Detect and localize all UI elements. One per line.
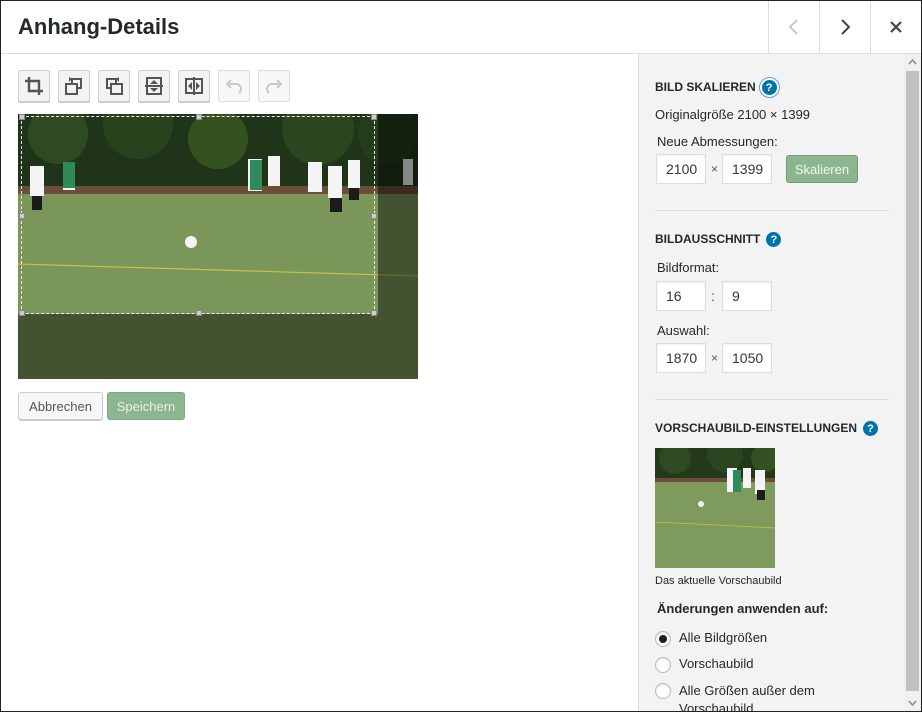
crop-selection[interactable] <box>19 114 377 316</box>
chevron-right-icon <box>841 19 851 35</box>
image-preview[interactable] <box>18 114 418 379</box>
times-sign: × <box>711 351 719 365</box>
help-icon[interactable]: ? <box>761 80 777 96</box>
cancel-button[interactable]: Abbrechen <box>18 392 103 420</box>
close-icon <box>890 21 902 33</box>
radio-all-except-thumbnail[interactable] <box>655 683 671 699</box>
selection-label: Auswahl: <box>657 323 710 338</box>
times-sign: × <box>711 162 719 176</box>
crop-icon <box>25 77 43 95</box>
crop-section-title: Bildausschnitt? <box>655 232 782 248</box>
sidebar-scrollbar[interactable] <box>904 54 921 711</box>
thumbnail-caption: Das aktuelle Vorschaubild <box>655 575 782 587</box>
thumbnail-photo <box>655 448 775 568</box>
colon-sign: : <box>711 288 715 304</box>
divider <box>655 399 889 400</box>
scroll-down-icon[interactable] <box>904 694 921 711</box>
redo-icon <box>266 79 283 94</box>
attachment-details-modal: Anhang-Details Abbrechen Speichern BILD … <box>0 0 922 712</box>
crop-handle[interactable] <box>19 114 25 120</box>
scale-button[interactable]: Skalieren <box>786 155 858 183</box>
previous-button[interactable] <box>768 1 819 53</box>
crop-handle[interactable] <box>371 310 377 316</box>
help-icon[interactable]: ? <box>863 421 879 437</box>
save-button[interactable]: Speichern <box>107 392 185 420</box>
option-all-except-thumbnail: Alle Größen außer dem Vorschaubild <box>679 683 815 712</box>
radio-all-sizes[interactable] <box>655 631 671 647</box>
original-size: Originalgröße 2100 × 1399 <box>655 107 811 122</box>
thumbnail-section-title: Vorschaubild-Einstellungen? <box>655 421 879 437</box>
crop-handle[interactable] <box>19 310 25 316</box>
flip-vertical-icon <box>145 77 163 95</box>
modal-header: Anhang-Details <box>1 1 921 54</box>
image-settings-sidebar: Bild skalieren? Originalgröße 2100 × 139… <box>638 54 905 711</box>
chevron-left-icon <box>788 19 798 35</box>
crop-handle[interactable] <box>371 213 377 219</box>
undo-button[interactable] <box>218 70 250 102</box>
page-title: Anhang-Details <box>18 14 180 39</box>
apply-changes-label: Änderungen anwenden auf: <box>657 601 829 616</box>
crop-handle[interactable] <box>196 114 202 120</box>
option-thumbnail: Vorschaubild <box>679 656 754 671</box>
flip-horizontal-icon <box>185 77 203 95</box>
aspect-width-input[interactable]: 16 <box>656 281 706 311</box>
image-editor: Abbrechen Speichern <box>1 54 638 711</box>
flip-vertical-button[interactable] <box>138 70 170 102</box>
scale-section-title: Bild skalieren? <box>655 80 777 96</box>
crop-button[interactable] <box>18 70 50 102</box>
flip-horizontal-button[interactable] <box>178 70 210 102</box>
aspect-ratio-label: Bildformat: <box>657 260 720 275</box>
close-button[interactable] <box>870 1 921 53</box>
scrollbar-thumb[interactable] <box>906 71 919 691</box>
radio-thumbnail[interactable] <box>655 657 671 673</box>
selection-width-input[interactable]: 1870 <box>656 343 706 373</box>
scale-width-input[interactable]: 2100 <box>656 154 706 184</box>
rotate-right-button[interactable] <box>98 70 130 102</box>
option-all-sizes: Alle Bildgrößen <box>679 630 768 645</box>
crop-handle[interactable] <box>196 310 202 316</box>
redo-button[interactable] <box>258 70 290 102</box>
thumbnail-preview <box>655 448 775 568</box>
crop-handle[interactable] <box>371 114 377 120</box>
rotate-left-icon <box>65 77 82 95</box>
selection-height-input[interactable]: 1050 <box>722 343 772 373</box>
next-button[interactable] <box>819 1 870 53</box>
scale-height-input[interactable]: 1399 <box>722 154 772 184</box>
undo-icon <box>225 79 242 94</box>
rotate-right-icon <box>106 77 123 95</box>
divider <box>655 210 889 211</box>
help-icon[interactable]: ? <box>766 232 782 248</box>
crop-handle[interactable] <box>19 213 25 219</box>
rotate-left-button[interactable] <box>58 70 90 102</box>
scroll-up-icon[interactable] <box>904 54 921 71</box>
new-dimensions-label: Neue Abmessungen: <box>657 134 778 149</box>
aspect-height-input[interactable]: 9 <box>722 281 772 311</box>
